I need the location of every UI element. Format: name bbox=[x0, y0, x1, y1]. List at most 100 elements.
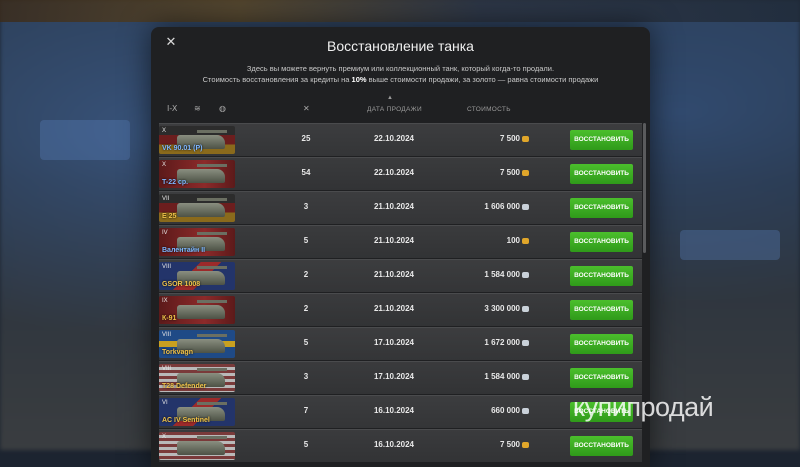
tier-filter-icon[interactable]: I-X bbox=[167, 104, 177, 114]
restore-button[interactable]: ВОССТАНОВИТЬ bbox=[570, 232, 633, 252]
table-row: X VK 90.01 (P) 25 22.10.2024 7 500 ВОССТ… bbox=[159, 123, 642, 156]
gold-coin-icon bbox=[522, 237, 529, 244]
tank-tier: X bbox=[162, 162, 167, 168]
sale-date: 21.10.2024 bbox=[373, 202, 415, 211]
credits-icon bbox=[522, 271, 529, 278]
tank-type-icon[interactable]: ≋ bbox=[194, 104, 201, 114]
restore-percent: 10% bbox=[351, 75, 367, 84]
gold-coin-icon bbox=[522, 135, 529, 142]
tank-tier: VIII bbox=[162, 264, 172, 270]
description-line-1: Здесь вы можете вернуть премиум или колл… bbox=[246, 64, 555, 73]
tank-name: Валентайн II bbox=[162, 247, 206, 254]
battles-count: 3 bbox=[303, 202, 309, 211]
battles-count: 5 bbox=[303, 338, 309, 347]
table-row: X 5 16.10.2024 7 500 ВОССТАНОВИТЬ bbox=[159, 429, 642, 462]
tank-tier: VIII bbox=[162, 332, 172, 338]
table-row: VIII T28 Defender 3 17.10.2024 1 584 000… bbox=[159, 361, 642, 394]
dialog-description: Здесь вы можете вернуть премиум или колл… bbox=[171, 63, 630, 85]
sale-date: 21.10.2024 bbox=[373, 236, 415, 245]
background-top-strip bbox=[0, 0, 800, 22]
restore-cost: 100 bbox=[449, 236, 529, 245]
table-row: X T-22 ср. 54 22.10.2024 7 500 ВОССТАНОВ… bbox=[159, 157, 642, 190]
scrollbar[interactable] bbox=[643, 123, 646, 253]
sale-date: 16.10.2024 bbox=[373, 440, 415, 449]
tank-icon bbox=[177, 300, 227, 319]
sale-date: 16.10.2024 bbox=[373, 406, 415, 415]
table-row: IX К-91 2 21.10.2024 3 300 000 ВОССТАНОВ… bbox=[159, 293, 642, 326]
restore-cost: 3 300 000 bbox=[449, 304, 529, 313]
sale-date: 22.10.2024 bbox=[373, 134, 415, 143]
restore-cost: 660 000 bbox=[449, 406, 529, 415]
restore-button[interactable]: ВОССТАНОВИТЬ bbox=[570, 164, 633, 184]
description-line-2: Стоимость восстановления за кредиты на 1… bbox=[202, 75, 599, 84]
battles-count: 2 bbox=[303, 304, 309, 313]
restore-button[interactable]: ВОССТАНОВИТЬ bbox=[570, 266, 633, 286]
tank-tier: X bbox=[162, 434, 167, 440]
crossed-swords-icon[interactable]: ✕ bbox=[303, 104, 310, 114]
restore-button[interactable]: ВОССТАНОВИТЬ bbox=[570, 334, 633, 354]
sale-date: 21.10.2024 bbox=[373, 304, 415, 313]
tank-icon bbox=[177, 436, 227, 455]
column-header-date[interactable]: ДАТА ПРОДАЖИ bbox=[367, 106, 422, 120]
battles-count: 2 bbox=[303, 270, 309, 279]
restore-cost: 1 606 000 bbox=[449, 202, 529, 211]
credits-icon bbox=[522, 305, 529, 312]
sale-date: 22.10.2024 bbox=[373, 168, 415, 177]
sale-date: 17.10.2024 bbox=[373, 372, 415, 381]
nation-globe-icon[interactable]: ◍ bbox=[219, 104, 226, 114]
sale-date: 17.10.2024 bbox=[373, 338, 415, 347]
gold-coin-icon bbox=[522, 169, 529, 176]
table-row: VIII Torkvagn 5 17.10.2024 1 672 000 ВОС… bbox=[159, 327, 642, 360]
background-blur-block bbox=[40, 120, 130, 160]
battles-count: 7 bbox=[303, 406, 309, 415]
credits-icon bbox=[522, 203, 529, 210]
tank-thumbnail: VIII Torkvagn bbox=[159, 330, 235, 358]
tank-name: T28 Defender bbox=[162, 383, 207, 390]
restore-cost: 7 500 bbox=[449, 134, 529, 143]
tank-thumbnail: X bbox=[159, 432, 235, 460]
tank-tier: IX bbox=[162, 298, 168, 304]
gold-coin-icon bbox=[522, 441, 529, 448]
table-row: VII E 25 3 21.10.2024 1 606 000 ВОССТАНО… bbox=[159, 191, 642, 224]
restore-cost: 7 500 bbox=[449, 168, 529, 177]
tank-name: Torkvagn bbox=[162, 349, 193, 356]
restore-button[interactable]: ВОССТАНОВИТЬ bbox=[570, 436, 633, 456]
tank-tier: VIII bbox=[162, 366, 172, 372]
credits-icon bbox=[522, 373, 529, 380]
restore-button[interactable]: ВОССТАНОВИТЬ bbox=[570, 368, 633, 388]
tank-thumbnail: VIII GSOR 1008 bbox=[159, 262, 235, 290]
table-row: VI AC IV Sentinel 7 16.10.2024 660 000 В… bbox=[159, 395, 642, 428]
credits-icon bbox=[522, 407, 529, 414]
tank-name: GSOR 1008 bbox=[162, 281, 201, 288]
tank-thumbnail: VII E 25 bbox=[159, 194, 235, 222]
restore-button[interactable]: ВОССТАНОВИТЬ bbox=[570, 300, 633, 320]
battles-count: 3 bbox=[303, 372, 309, 381]
restore-cost: 1 584 000 bbox=[449, 270, 529, 279]
restore-cost: 1 672 000 bbox=[449, 338, 529, 347]
tank-thumbnail: IV Валентайн II bbox=[159, 228, 235, 256]
table-row: IV Валентайн II 5 21.10.2024 100 ВОССТАН… bbox=[159, 225, 642, 258]
tank-name: К-91 bbox=[162, 315, 177, 322]
tank-name: T-22 ср. bbox=[162, 179, 189, 186]
battles-count: 54 bbox=[301, 168, 311, 177]
tank-tier: X bbox=[162, 128, 167, 134]
battles-count: 25 bbox=[301, 134, 311, 143]
credits-icon bbox=[522, 339, 529, 346]
tank-icon bbox=[177, 198, 227, 217]
tank-thumbnail: IX К-91 bbox=[159, 296, 235, 324]
tank-thumbnail: X T-22 ср. bbox=[159, 160, 235, 188]
restore-button[interactable]: ВОССТАНОВИТЬ bbox=[570, 130, 633, 150]
restore-cost: 7 500 bbox=[449, 440, 529, 449]
restore-button[interactable]: ВОССТАНОВИТЬ bbox=[570, 198, 633, 218]
watermark-text: купипродай bbox=[573, 392, 714, 422]
tank-tier: VI bbox=[162, 400, 168, 406]
tank-name: VK 90.01 (P) bbox=[162, 145, 203, 152]
tank-thumbnail: VI AC IV Sentinel bbox=[159, 398, 235, 426]
battles-count: 5 bbox=[303, 236, 309, 245]
column-header-cost[interactable]: СТОИМОСТЬ bbox=[467, 106, 511, 120]
tank-name: AC IV Sentinel bbox=[162, 417, 210, 424]
sale-date: 21.10.2024 bbox=[373, 270, 415, 279]
dialog-title: Восстановление танка bbox=[327, 38, 474, 54]
tank-tier: IV bbox=[162, 230, 168, 236]
restore-cost: 1 584 000 bbox=[449, 372, 529, 381]
